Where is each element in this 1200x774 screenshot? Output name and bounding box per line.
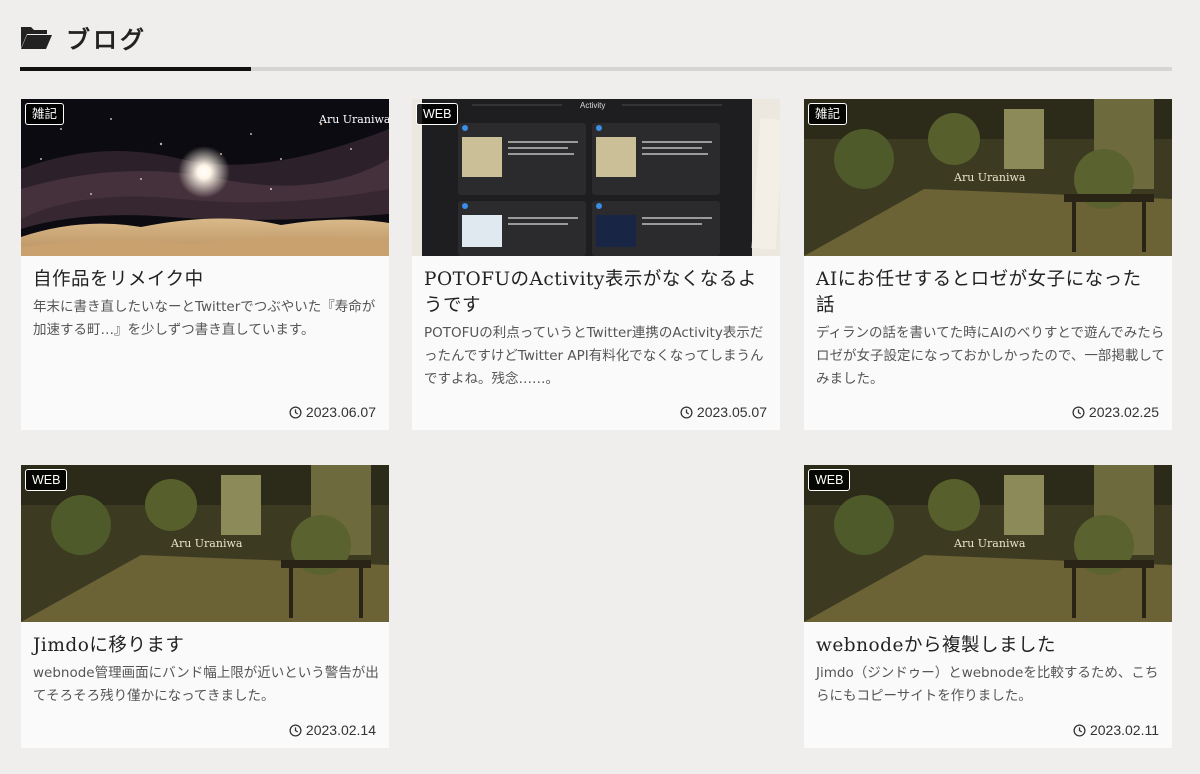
thumb-caption: Aru Uraniwa (318, 113, 389, 126)
thumb-caption: Aru Uraniwa (953, 171, 1026, 184)
category-badge[interactable]: WEB (416, 103, 459, 125)
post-card[interactable]: Activity WEB POTOFUのActivity表示がなくなるようです … (412, 99, 780, 430)
category-badge[interactable]: WEB (25, 469, 68, 491)
section-divider-accent (20, 67, 251, 71)
thumb-caption: Aru Uraniwa (170, 537, 243, 550)
post-card[interactable]: Aru Uraniwa 雑記 AIにお任せするとロゼが女子になった話 ディランの… (804, 99, 1172, 430)
post-excerpt: ディランの話を書いてた時にAIのべりすとで遊んでみたらロゼが女子設定になっておか… (816, 325, 1165, 387)
post-card[interactable]: Aru Uraniwa WEB webnodeから複製しました Jimdo（ジン… (804, 465, 1172, 748)
post-title[interactable]: POTOFUのActivity表示がなくなるようです (424, 267, 768, 319)
post-date-text: 2023.06.07 (305, 404, 376, 420)
thumb-caption: Activity (580, 101, 605, 110)
category-badge[interactable]: 雑記 (25, 103, 65, 125)
post-excerpt: webnode管理画面にバンド幅上限が近いという警告が出てそろそろ残り僅かになっ… (33, 665, 379, 704)
clock-icon (680, 405, 693, 419)
clock-icon (289, 723, 302, 737)
post-title[interactable]: AIにお任せするとロゼが女子になった話 (816, 267, 1160, 319)
post-excerpt: POTOFUの利点っていうとTwitter連携のActivity表示だったんです… (424, 325, 764, 387)
section-header: ブログ (20, 14, 1172, 72)
clock-icon (1072, 405, 1085, 419)
post-date: 2023.02.14 (289, 722, 376, 738)
post-title[interactable]: webnodeから複製しました (816, 633, 1160, 659)
post-thumbnail[interactable]: Activity WEB (412, 99, 780, 256)
folder-open-icon (21, 27, 52, 49)
post-thumbnail[interactable]: Aru Uraniwa WEB (804, 465, 1172, 622)
post-excerpt: 年末に書き直したいなーとTwitterでつぶやいた『寿命が加速する町…』を少しず… (33, 299, 376, 338)
post-card[interactable]: Aru Uraniwa 雑記 自作品をリメイク中 年末に書き直したいなーとTwi… (21, 99, 389, 430)
post-date-text: 2023.02.11 (1089, 722, 1159, 738)
clock-icon (1073, 723, 1086, 737)
post-date-text: 2023.05.07 (696, 404, 767, 420)
post-date: 2023.05.07 (680, 404, 767, 420)
post-date: 2023.02.11 (1073, 722, 1159, 738)
post-title[interactable]: 自作品をリメイク中 (33, 267, 377, 293)
post-thumbnail[interactable]: Aru Uraniwa 雑記 (804, 99, 1172, 256)
category-badge[interactable]: WEB (808, 469, 851, 491)
post-date-text: 2023.02.25 (1088, 404, 1159, 420)
post-thumbnail[interactable]: Aru Uraniwa 雑記 (21, 99, 389, 256)
category-badge[interactable]: 雑記 (808, 103, 848, 125)
thumb-caption: Aru Uraniwa (953, 537, 1026, 550)
section-title: ブログ (66, 25, 147, 54)
post-title[interactable]: Jimdoに移ります (33, 633, 377, 659)
post-date-text: 2023.02.14 (305, 722, 376, 738)
clock-icon (289, 405, 302, 419)
post-date: 2023.02.25 (1072, 404, 1159, 420)
post-excerpt: Jimdo（ジンドゥー）とwebnodeを比較するため、こちらにもコピーサイトを… (816, 665, 1159, 704)
post-card[interactable]: Aru Uraniwa WEB Jimdoに移ります webnode管理画面にバ… (21, 465, 389, 748)
post-date: 2023.06.07 (289, 404, 376, 420)
post-thumbnail[interactable]: Aru Uraniwa WEB (21, 465, 389, 622)
